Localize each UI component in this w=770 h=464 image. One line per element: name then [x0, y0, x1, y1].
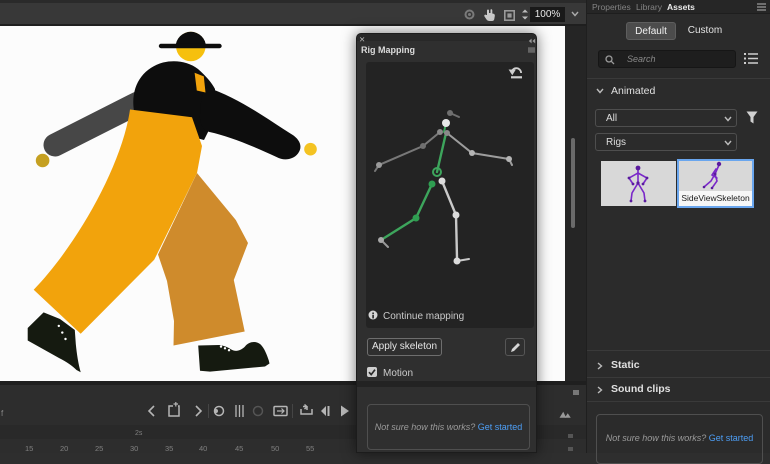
svg-text:Continue mapping: Continue mapping	[383, 311, 464, 322]
